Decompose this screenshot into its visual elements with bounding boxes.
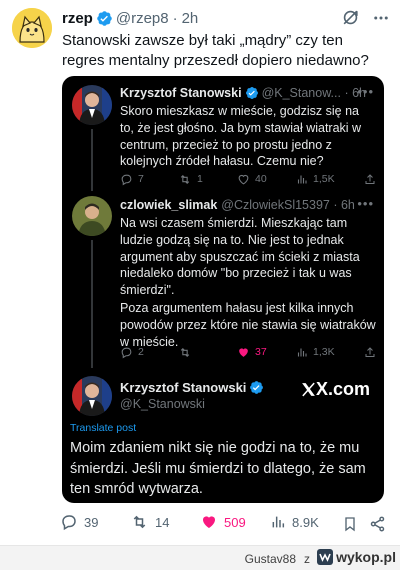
footer-z: z — [304, 552, 310, 566]
avatar[interactable] — [12, 8, 52, 48]
tweet2-text-2: Poza argumentem hałasu jest kilka innych… — [120, 301, 376, 349]
separator-dot: · — [340, 86, 353, 100]
tweet1-header: Krzysztof Stanowski @K_Stanow... · 6h — [120, 86, 366, 100]
tweet2-actions: 2 37 1,3K — [120, 344, 376, 360]
like-count: 40 — [255, 173, 267, 185]
views-action: 1,5K — [296, 173, 335, 186]
tweet2-time: 6h — [340, 198, 355, 212]
wykop-logo: wykop.pl — [317, 549, 396, 565]
more-icon[interactable] — [372, 9, 390, 27]
repost-button[interactable]: 14 — [130, 513, 169, 531]
tweet3-text: Moim zdaniem nikt się nie godzi na to, ż… — [70, 440, 366, 497]
tweet3-handle-row: @K_Stanowski — [120, 397, 205, 411]
views-icon — [272, 516, 285, 528]
reply-icon — [62, 515, 76, 531]
heart-filled-icon — [203, 516, 215, 528]
verified-badge-icon — [245, 87, 258, 99]
reply-count: 2 — [138, 346, 144, 358]
person-photo-icon — [72, 196, 112, 236]
reply-count: 7 — [138, 173, 144, 185]
tweet3-name-row: Krzysztof Stanowski — [120, 380, 267, 395]
x-brand-text: X.com — [315, 379, 370, 399]
views-icon — [297, 348, 307, 356]
author-handle[interactable]: @rzep8 — [116, 10, 169, 27]
reply-action: 2 — [120, 346, 144, 359]
share-icon — [365, 346, 375, 357]
x-logo-icon — [302, 382, 315, 397]
tweet: rzep @rzep8 · 2h Stanowski zawsze był ta… — [0, 0, 400, 545]
repost-icon — [133, 515, 146, 529]
cat-avatar-icon — [12, 8, 52, 48]
repost-icon — [180, 347, 190, 357]
thread-line — [91, 240, 93, 368]
stanowski-avatar — [72, 85, 112, 125]
bookmark-icon[interactable] — [342, 515, 358, 533]
like-button[interactable]: 509 — [200, 513, 246, 531]
tweet1-actions: 7 1 40 1,5K — [120, 171, 376, 187]
like-count: 37 — [255, 346, 267, 358]
share-icon — [365, 173, 375, 184]
translate-post-link: Translate post — [70, 422, 137, 434]
like-action: 40 — [237, 173, 267, 186]
more-icon: ••• — [357, 84, 374, 99]
views-count: 8.9K — [292, 514, 319, 530]
wykop-site-name: wykop.pl — [336, 549, 396, 565]
tweet2-author-name: czlowiek_slimak — [120, 198, 218, 212]
separator-dot: · — [329, 198, 341, 212]
tweet3-author-name: Krzysztof Stanowski — [120, 380, 247, 395]
views-action: 1,3K — [296, 346, 335, 359]
views-button[interactable]: 8.9K — [270, 513, 319, 531]
x-logo: X.com — [300, 379, 370, 400]
tweet2-header: czlowiek_slimak @CzlowiekSl15397 · 6h — [120, 198, 355, 212]
verified-badge-icon — [250, 381, 264, 394]
separator-dot: · — [172, 9, 178, 27]
tweet3-handle: @K_Stanowski — [120, 397, 205, 411]
author-name[interactable]: rzep — [62, 10, 93, 27]
tweet1-author-name: Krzysztof Stanowski — [120, 86, 242, 100]
reply-icon — [121, 347, 132, 358]
tweet-text: Stanowski zawsze był taki „mądry” czy te… — [62, 32, 369, 69]
stanowski-avatar — [72, 376, 112, 416]
embedded-screenshot[interactable]: Krzysztof Stanowski @K_Stanow... · 6h ••… — [62, 76, 384, 503]
repost-count: 14 — [155, 514, 170, 530]
header-icons — [341, 8, 390, 27]
person-photo-icon — [72, 376, 112, 416]
thread-line — [91, 129, 93, 191]
grok-icon[interactable] — [341, 8, 360, 27]
more-icon: ••• — [357, 196, 374, 211]
verified-badge-icon — [97, 10, 112, 26]
tweet-actions: 39 14 509 8.9K — [58, 513, 388, 535]
footer-username: Gustav88 — [244, 552, 296, 566]
slimak-avatar — [72, 196, 112, 236]
tweet1-text: Skoro mieszkasz w mieście, godzisz się n… — [120, 104, 362, 169]
like-count: 509 — [224, 514, 246, 530]
tweet2-handle: @CzlowiekSl15397 — [221, 198, 330, 212]
person-photo-icon — [72, 85, 112, 125]
tweet-header: rzep @rzep8 · 2h — [62, 9, 390, 27]
reply-count: 39 — [84, 514, 99, 530]
tweet2-text-1: Na wsi czasem śmierdzi. Mieszkając tam l… — [120, 216, 360, 298]
heart-filled-icon — [239, 347, 248, 357]
repost-count: 1 — [197, 173, 203, 185]
like-action: 37 — [237, 346, 267, 359]
repost-icon — [180, 174, 190, 184]
timestamp[interactable]: 2h — [182, 10, 199, 27]
wykop-logo-icon — [317, 549, 334, 565]
tweet1-handle: @K_Stanow... — [261, 86, 341, 100]
views-icon — [297, 175, 307, 183]
share-icon[interactable] — [369, 515, 386, 533]
reply-button[interactable]: 39 — [60, 513, 98, 531]
repost-action — [178, 346, 192, 359]
repost-action: 1 — [178, 173, 203, 186]
heart-icon — [238, 174, 249, 184]
source-footer: Gustav88 z wykop.pl — [0, 545, 400, 570]
reply-action: 7 — [120, 173, 144, 186]
views-count: 1,5K — [313, 173, 335, 185]
views-count: 1,3K — [313, 346, 335, 358]
reply-icon — [121, 174, 132, 185]
